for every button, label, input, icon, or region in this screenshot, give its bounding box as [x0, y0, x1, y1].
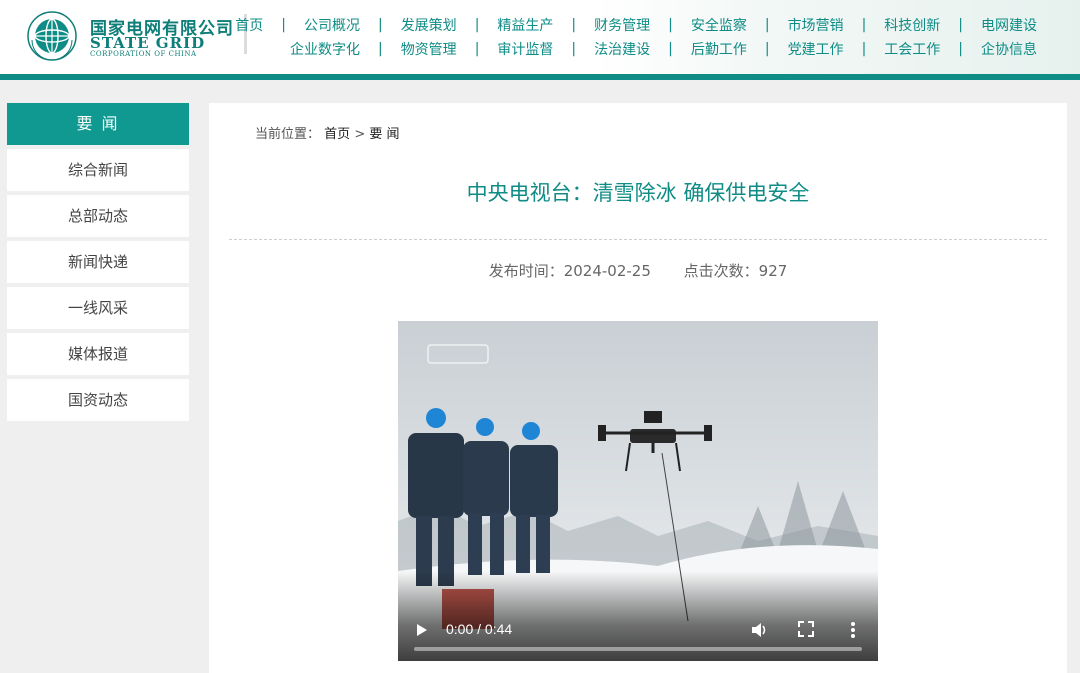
nav-separator: |: [958, 41, 963, 57]
article-meta: 发布时间：2024-02-25 点击次数：927: [209, 260, 1067, 281]
sidebar-item-frontline[interactable]: 一线风采: [7, 287, 189, 329]
nav-separator: |: [668, 17, 673, 33]
sidebar-item-news-express[interactable]: 新闻快递: [7, 241, 189, 283]
breadcrumb-home-link[interactable]: 首页: [324, 127, 350, 142]
nav-separator: |: [474, 41, 480, 57]
breadcrumb: 当前位置： 首页 > 要 闻: [255, 123, 400, 142]
sidebar: 要 闻 综合新闻 总部动态 新闻快递 一线风采 媒体报道 国资动态: [7, 103, 189, 421]
sidebar-item-media-reports[interactable]: 媒体报道: [7, 333, 189, 375]
nav-item-row1-4[interactable]: 财务管理: [584, 15, 660, 35]
main-nav-row-1: 首页 | 公司概况 | 发展策划 | 精益生产 | 财务管理 | 安全监察 | 市场营销 | 科技创新 | 电网…: [225, 15, 1047, 35]
title-divider: [229, 239, 1047, 240]
nav-item-row2-1[interactable]: 物资管理: [391, 39, 467, 59]
nav-separator: |: [571, 41, 577, 57]
video-controls: 0:00 / 0:44: [398, 571, 878, 661]
site-header: 国家电网有限公司 STATE GRID CORPORATION OF CHINA…: [0, 0, 1080, 76]
nav-item-row1-2[interactable]: 发展策划: [391, 15, 467, 35]
nav-separator: |: [958, 17, 963, 33]
nav-item-row1-7[interactable]: 科技创新: [874, 15, 950, 35]
play-icon[interactable]: [416, 623, 428, 637]
nav-item-row1-0[interactable]: 首页: [225, 15, 273, 35]
breadcrumb-current-link[interactable]: 要 闻: [369, 127, 399, 142]
nav-item-row1-6[interactable]: 市场营销: [778, 15, 854, 35]
nav-separator: |: [764, 41, 770, 57]
nav-separator: |: [861, 41, 867, 57]
sidebar-item-hq-news[interactable]: 总部动态: [7, 195, 189, 237]
article-panel: 当前位置： 首页 > 要 闻 中央电视台：清雪除冰 确保供电安全 发布时间：20…: [209, 103, 1067, 673]
nav-item-row2-2[interactable]: 审计监督: [487, 39, 563, 59]
view-count: 点击次数：927: [683, 262, 788, 280]
video-player[interactable]: 0:00 / 0:44: [398, 321, 878, 661]
nav-separator: |: [571, 17, 577, 33]
brand-name-en-sub: CORPORATION OF CHINA: [90, 50, 197, 58]
video-time: 0:00 / 0:44: [446, 621, 513, 637]
more-options-icon[interactable]: [850, 621, 856, 639]
nav-item-row2-6[interactable]: 工会工作: [874, 39, 950, 59]
nav-item-row1-8[interactable]: 电网建设: [971, 15, 1047, 35]
main-nav-row-2: 企业数字化 | 物资管理 | 审计监督 | 法治建设 | 后勤工作 | 党建工作 | 工会工作 | 企协信息: [280, 39, 1047, 59]
state-grid-logo[interactable]: 国家电网有限公司 STATE GRID CORPORATION OF CHINA: [26, 10, 256, 62]
nav-separator: |: [861, 17, 867, 33]
nav-separator: |: [281, 17, 286, 33]
fullscreen-icon[interactable]: [798, 621, 814, 637]
nav-separator: |: [764, 17, 770, 33]
breadcrumb-separator: >: [354, 127, 366, 142]
breadcrumb-prefix: 当前位置：: [255, 127, 321, 142]
sidebar-item-general-news[interactable]: 综合新闻: [7, 149, 189, 191]
nav-item-row1-3[interactable]: 精益生产: [487, 15, 563, 35]
nav-item-row2-4[interactable]: 后勤工作: [681, 39, 757, 59]
nav-item-row2-5[interactable]: 党建工作: [778, 39, 854, 59]
nav-item-row1-1[interactable]: 公司概况: [294, 15, 370, 35]
video-progress-bar[interactable]: [414, 647, 862, 651]
header-accent-bar: [0, 74, 1080, 80]
article-title: 中央电视台：清雪除冰 确保供电安全: [466, 181, 810, 205]
nav-separator: |: [474, 17, 480, 33]
volume-icon[interactable]: [750, 621, 768, 639]
sidebar-item-sasac-news[interactable]: 国资动态: [7, 379, 189, 421]
globe-logo-icon: [27, 11, 77, 61]
nav-item-row2-7[interactable]: 企协信息: [971, 39, 1047, 59]
nav-item-row1-5[interactable]: 安全监察: [681, 15, 757, 35]
publish-date: 发布时间：2024-02-25: [488, 262, 651, 280]
nav-item-row2-3[interactable]: 法治建设: [584, 39, 660, 59]
nav-separator: |: [377, 41, 383, 57]
sidebar-heading[interactable]: 要 闻: [7, 103, 189, 145]
nav-separator: |: [668, 41, 673, 57]
nav-item-row2-0[interactable]: 企业数字化: [280, 39, 370, 59]
nav-separator: |: [377, 17, 383, 33]
